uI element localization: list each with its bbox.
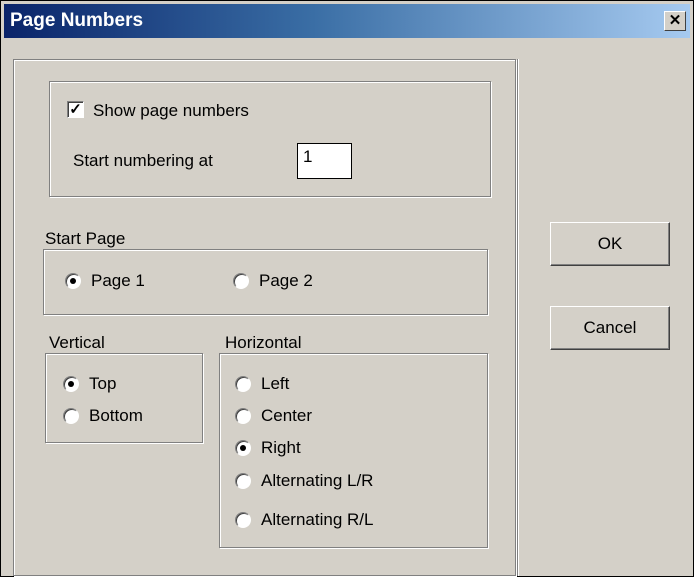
dialog-title: Page Numbers [10,10,144,31]
bottom-radio[interactable] [63,408,79,424]
start-numbering-label: Start numbering at [73,151,213,170]
right-label: Right [261,438,301,457]
page-1-radio[interactable] [65,273,81,289]
bottom-label: Bottom [89,406,143,425]
alternating-lr-label: Alternating L/R [261,471,374,490]
vertical-group [45,353,203,443]
numbering-group [49,81,491,197]
top-label: Top [89,374,117,393]
alternating-rl-radio[interactable] [235,512,251,528]
start-page-label: Start Page [45,229,126,248]
vertical-label: Vertical [49,333,105,352]
top-radio[interactable] [63,376,79,392]
show-page-numbers-checkbox[interactable]: ✓ [67,101,84,118]
alternating-rl-label: Alternating R/L [261,510,374,529]
page-2-radio[interactable] [233,273,249,289]
left-label: Left [261,374,290,393]
page-1-label: Page 1 [91,271,145,290]
right-radio[interactable] [235,440,251,456]
ok-button[interactable]: OK [550,222,670,266]
left-radio[interactable] [235,376,251,392]
cancel-button[interactable]: Cancel [550,306,670,350]
cancel-label: Cancel [583,318,637,337]
start-numbering-value: 1 [303,147,313,166]
close-button[interactable]: ✕ [664,11,686,31]
close-icon: ✕ [668,12,682,29]
title-bar[interactable]: Page Numbers ✕ [4,4,690,38]
panel-divider [517,59,518,576]
page-2-label: Page 2 [259,271,313,290]
ok-label: OK [597,234,623,253]
checkmark-icon: ✓ [69,101,82,118]
center-radio[interactable] [235,408,251,424]
horizontal-label: Horizontal [225,333,302,352]
show-page-numbers-label: Show page numbers [93,101,249,120]
center-label: Center [261,406,313,425]
alternating-lr-radio[interactable] [235,473,251,489]
page-numbers-dialog: Page Numbers ✕ ✓ Show page numbers Start… [0,0,694,577]
start-numbering-input[interactable]: 1 [297,143,352,179]
